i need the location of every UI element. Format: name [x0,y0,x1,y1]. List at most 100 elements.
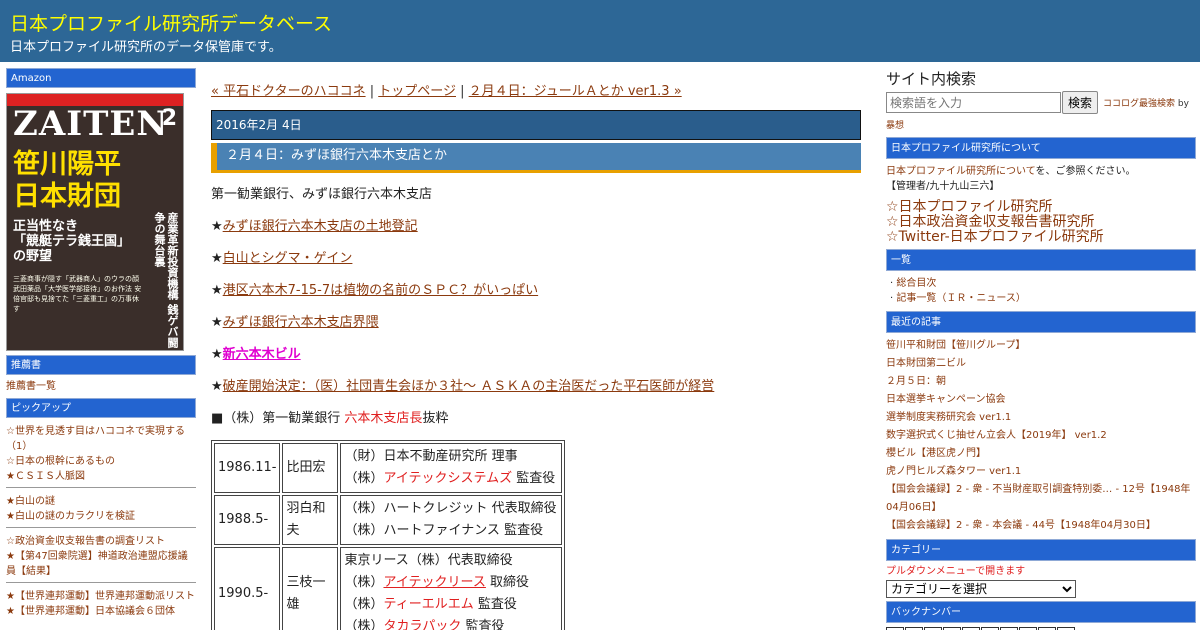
officer-role-line: （株）アイテックリース 取締役 [344,572,558,594]
pickup-link[interactable]: ★【世界連邦運動】日本協議会６団体 [6,604,196,619]
nav-separator: | [455,84,469,99]
related-link[interactable]: 白山とシグマ・ゲイン [223,251,353,266]
star-marker: ★ [211,379,223,394]
recent-article-link[interactable]: 日本財団第二ビル [886,355,1196,373]
related-link-item: ★白山とシグマ・ゲイン [211,249,861,268]
pickup-link[interactable]: ☆世界を見透す目はハココネで実現する（1） [6,424,196,454]
related-link-item: ★港区六本木7-15-7は植物の名前のＳＰＣ？がいっぱい [211,281,861,300]
officer-name: 羽白和夫 [282,495,339,545]
company-link[interactable]: アイテックリース [383,575,485,590]
table-row: 1988.5- 羽白和夫 （株）ハートクレジット 代表取締役 （株）ハートファイナンス… [214,495,563,545]
search-input[interactable] [886,92,1061,113]
index-link[interactable]: 総合目次 [896,278,936,289]
related-link[interactable]: みずほ銀行六本木支店界隈 [223,315,379,330]
table-row: 1986.11- 比田宏 （財）日本不動産研究所 理事 （株）アイテックシステムズ 監… [214,443,563,493]
prev-post-link[interactable]: « 平石ドクターのハココネ [211,84,366,99]
role-prefix: （株）ハートファイナンス 監査役 [344,523,544,538]
pickup-link[interactable]: ★【世界連邦運動】世界連邦運動派リスト [6,589,196,604]
officer-year: 1988.5- [214,495,281,545]
pickup-link[interactable]: ★【第47回衆院選】神道政治連盟応援議員【結果】 [6,549,196,579]
role-prefix: （株） [344,471,384,486]
officers-table: 1986.11- 比田宏 （財）日本不動産研究所 理事 （株）アイテックシステムズ 監… [211,440,566,630]
recent-heading: 最近の記事 [886,311,1196,333]
search-button[interactable]: 検索 [1062,91,1099,114]
book-masthead: ZAITEN [13,104,169,144]
next-post-link[interactable]: ２月４日：ジュールＡとか ver1.3 » [469,84,682,99]
table-row: 1990.5- 三枝一雄 東京リース（株）代表取締役 （株）アイテックリース 取締役（… [214,547,563,630]
officer-role-line: （株）ティーエルエム 監査役 [344,594,558,616]
excerpt-highlight: 六本木支店長 [344,411,423,426]
officer-role-line: （株）ハートクレジット 代表取締役 [344,498,558,520]
star-marker: ★ [211,347,223,362]
recent-article-link[interactable]: 数字選択式くじ抽せん立会人【2019年】 ver1.2 [886,427,1196,445]
role-prefix: （財）日本不動産研究所 理事 [344,449,518,464]
related-link[interactable]: 破産開始決定：（医）社団青生会ほか３社～ ＡＳＫＡの主治医だった平石医師が経営 [223,379,715,394]
company-link[interactable]: タカラパック [383,619,461,630]
pickup-link[interactable]: ★白山の謎 [6,494,196,509]
category-select[interactable]: カテゴリーを選択 [886,580,1076,598]
recent-article-link[interactable]: 選挙制度実務研究会 ver1.1 [886,409,1196,427]
list-heading: 一覧 [886,249,1196,271]
site-title[interactable]: 日本プロファイル研究所データベース [10,9,332,36]
search-credit-author[interactable]: 暴想 [886,118,1196,131]
recent-article-link[interactable]: 【国会会議録】2 - 衆 - 本会議 - 44号【1948年04月30日】 [886,517,1196,535]
related-link[interactable]: みずほ銀行六本木支店の土地登記 [223,219,418,234]
left-sidebar: Amazon ZAITEN 2 笹川陽平 日本財団 正当性なき 「競艇テラ銭王国」の… [6,68,196,619]
book-cover-image[interactable]: ZAITEN 2 笹川陽平 日本財団 正当性なき 「競艇テラ銭王国」 の野望 産業革新… [6,93,184,351]
external-site-link[interactable]: ☆日本政治資金収支報告書研究所 [886,215,1196,230]
star-marker: ★ [211,283,223,298]
pickup-link[interactable]: ☆政治資金収支報告書の調査リスト [6,534,196,549]
excerpt-heading: ■（株）第一勧業銀行 六本木支店長抜粋 [211,409,861,428]
related-link-item: ★みずほ銀行六本木支店界隈 [211,313,861,332]
main-content: « 平石ドクターのハココネ | トップページ | ２月４日：ジュールＡとか ve… [211,80,861,630]
search-credit: ココログ最強検索 by [1103,96,1189,109]
about-section: 日本プロファイル研究所についてを、ご参照ください。 【管理者/九十九山三六】 [886,159,1196,200]
recent-article-link[interactable]: 櫻ビル【港区虎ノ門】 [886,445,1196,463]
officer-role-line: （株）アイテックシステムズ 監査役 [344,468,558,490]
recent-article-link[interactable]: 【国会会議録】2 - 衆 - 不当財産取引調査特別委… - 12号【1948年0… [886,481,1196,517]
book-subhead: 正当性なき 「競艇テラ銭王国」 の野望 [13,219,131,264]
related-link-item: ★破産開始決定：（医）社団青生会ほか３社～ ＡＳＫＡの主治医だった平石医師が経営 [211,377,861,396]
officer-roles: （株）ハートクレジット 代表取締役 （株）ハートファイナンス 監査役 [340,495,563,545]
list-item: · 総合目次 [890,278,937,289]
officer-year: 1990.5- [214,547,281,630]
recent-articles-list: 笹川平和財団【笹川グループ】 日本財団第二ビル ２月５日：朝 日本選挙キャンペーン協会… [886,333,1196,539]
recommended-list-link[interactable]: 推薦書一覧 [6,379,196,394]
recent-article-link[interactable]: ２月５日：朝 [886,373,1196,391]
post-date-bar: 2016年2月 4日 [211,110,861,140]
pickup-link[interactable]: ★ＣＳＩＳ人脈図 [6,469,196,484]
related-links-list: ★みずほ銀行六本木支店の土地登記 ★白山とシグマ・ゲイン ★港区六本木7-15-7は… [211,217,861,396]
star-marker: ★ [211,219,223,234]
pickup-link[interactable]: ★白山の謎のカラクリを検証 [6,509,196,524]
about-text: を、ご参照ください。 [1035,166,1136,177]
recent-article-link[interactable]: 日本選挙キャンペーン協会 [886,391,1196,409]
role-prefix: （株）ハートクレジット 代表取締役 [344,501,557,516]
related-link[interactable]: 港区六本木7-15-7は植物の名前のＳＰＣ？がいっぱい [223,283,538,298]
index-list: · 総合目次 · 記事一覧（ＩＲ・ニュース） [886,271,1196,311]
index-link[interactable]: 記事一覧（ＩＲ・ニュース） [896,293,1026,304]
about-link[interactable]: 日本プロファイル研究所について [886,166,1036,177]
related-link[interactable]: 新六本木ビル [223,347,301,362]
recent-article-link[interactable]: 笹川平和財団【笹川グループ】 [886,337,1196,355]
external-site-link[interactable]: ☆日本プロファイル研究所 [886,200,1196,215]
search-credit-by: by [1175,99,1189,109]
recent-article-link[interactable]: 虎ノ門ヒルズ森タワー ver1.1 [886,463,1196,481]
category-note: プルダウンメニューで開きます [886,566,1026,577]
book-small-text: 三菱商事が隠す「武器商人」のウラの顔 武田薬品「大学医学部接待」のお作法 安倍官… [13,275,142,313]
about-heading: 日本プロファイル研究所について [886,137,1196,159]
external-site-link[interactable]: ☆Twitter-日本プロファイル研究所 [886,230,1196,245]
role-suffix: 監査役 [512,471,556,486]
role-prefix: 東京リース（株）代表取締役 [344,553,513,568]
pickup-link[interactable]: ☆日本の根幹にあるもの [6,454,196,469]
search-credit-link[interactable]: ココログ最強検索 [1103,99,1175,109]
amazon-heading: Amazon [6,68,196,88]
search-title: サイト内検索 [886,70,977,88]
top-page-link[interactable]: トップページ [378,84,456,99]
role-suffix: 取締役 [485,575,530,590]
role-prefix: （株） [344,619,384,630]
officer-role-line: 東京リース（株）代表取締役 [344,550,558,572]
external-links: ☆日本プロファイル研究所 ☆日本政治資金収支報告書研究所 ☆Twitter-日本プロ… [886,200,1196,249]
officer-roles: （財）日本不動産研究所 理事 （株）アイテックシステムズ 監査役 [340,443,563,493]
admin-text: 【管理者/九十九山三六】 [886,181,1000,192]
star-marker: ★ [211,315,223,330]
